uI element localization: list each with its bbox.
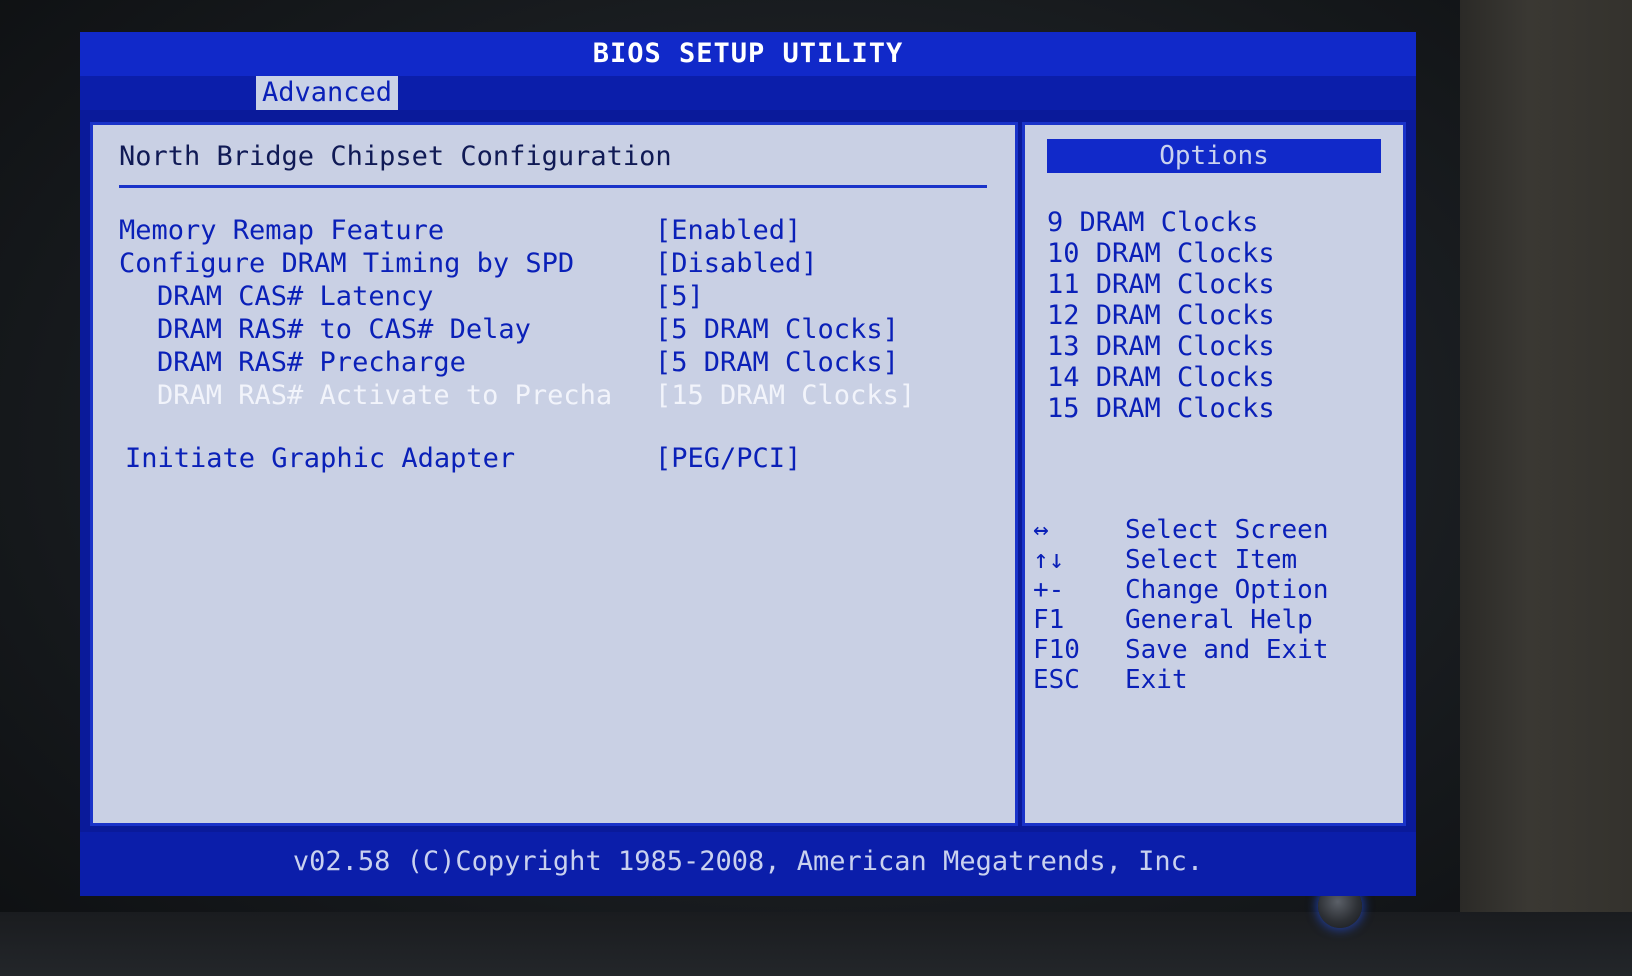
setting-dram-cas-latency[interactable]: DRAM CAS# Latency [5] xyxy=(93,281,1013,313)
setting-label: DRAM RAS# Precharge xyxy=(157,347,466,378)
option-item[interactable]: 14 DRAM Clocks xyxy=(1047,362,1275,393)
bios-title: BIOS SETUP UTILITY xyxy=(592,38,904,69)
monitor-bezel-edge xyxy=(1460,0,1632,976)
left-right-arrows-icon: ↔ xyxy=(1033,515,1049,545)
option-item[interactable]: 11 DRAM Clocks xyxy=(1047,269,1275,300)
key-hint-general-help: F1 General Help xyxy=(1033,605,1403,635)
setting-value[interactable]: [5] xyxy=(655,281,704,312)
setting-value[interactable]: [Disabled] xyxy=(655,248,818,279)
setting-configure-dram-timing[interactable]: Configure DRAM Timing by SPD [Disabled] xyxy=(93,248,1013,280)
monitor: BIOS SETUP UTILITY Advanced North Bridge… xyxy=(0,0,1632,976)
setting-value[interactable]: [5 DRAM Clocks] xyxy=(655,314,899,345)
key-hint-text: Exit xyxy=(1125,665,1188,695)
footer-bar: v02.58 (C)Copyright 1985-2008, American … xyxy=(80,832,1416,896)
key-hint-change-option: +- Change Option xyxy=(1033,575,1403,605)
setting-value[interactable]: [15 DRAM Clocks] xyxy=(655,380,915,411)
help-panel: Options 9 DRAM Clocks 10 DRAM Clocks 11 … xyxy=(1022,122,1406,826)
setting-label: Initiate Graphic Adapter xyxy=(125,443,516,474)
option-item[interactable]: 9 DRAM Clocks xyxy=(1047,207,1258,238)
setting-label: DRAM RAS# Activate to Precha xyxy=(157,380,613,411)
setting-dram-ras-to-cas-delay[interactable]: DRAM RAS# to CAS# Delay [5 DRAM Clocks] xyxy=(93,314,1013,346)
setting-memory-remap-feature[interactable]: Memory Remap Feature [Enabled] xyxy=(93,215,1013,247)
bios-title-bar: BIOS SETUP UTILITY xyxy=(80,32,1416,76)
options-header: Options xyxy=(1047,139,1381,173)
option-item[interactable]: 12 DRAM Clocks xyxy=(1047,300,1275,331)
setting-dram-ras-precharge[interactable]: DRAM RAS# Precharge [5 DRAM Clocks] xyxy=(93,347,1013,379)
setting-label: DRAM RAS# to CAS# Delay xyxy=(157,314,531,345)
f10-key: F10 xyxy=(1033,635,1080,665)
setting-value[interactable]: [Enabled] xyxy=(655,215,801,246)
tab-advanced[interactable]: Advanced xyxy=(256,76,398,110)
bios-screen: BIOS SETUP UTILITY Advanced North Bridge… xyxy=(80,32,1416,896)
tab-bar: Advanced xyxy=(80,76,1416,110)
settings-panel: North Bridge Chipset Configuration Memor… xyxy=(90,122,1018,826)
monitor-bezel-bottom xyxy=(0,912,1632,976)
key-hint-save-and-exit: F10 Save and Exit xyxy=(1033,635,1403,665)
setting-label: DRAM CAS# Latency xyxy=(157,281,434,312)
esc-key: ESC xyxy=(1033,665,1080,695)
up-down-arrows-icon: ↑↓ xyxy=(1033,545,1065,575)
f1-key: F1 xyxy=(1033,605,1065,635)
option-item[interactable]: 13 DRAM Clocks xyxy=(1047,331,1275,362)
key-hint-text: Select Item xyxy=(1125,545,1298,575)
setting-label: Configure DRAM Timing by SPD xyxy=(119,248,575,279)
setting-dram-ras-activate-to-precharge[interactable]: DRAM RAS# Activate to Precha [15 DRAM Cl… xyxy=(93,380,1013,412)
setting-value[interactable]: [PEG/PCI] xyxy=(655,443,801,474)
key-hint-select-item: ↑↓ Select Item xyxy=(1033,545,1403,575)
key-hint-text: Select Screen xyxy=(1125,515,1329,545)
copyright-text: v02.58 (C)Copyright 1985-2008, American … xyxy=(292,846,1204,877)
setting-value[interactable]: [5 DRAM Clocks] xyxy=(655,347,899,378)
plus-minus-key: +- xyxy=(1033,575,1065,605)
option-item[interactable]: 10 DRAM Clocks xyxy=(1047,238,1275,269)
page-title: North Bridge Chipset Configuration xyxy=(119,141,672,172)
option-item[interactable]: 15 DRAM Clocks xyxy=(1047,393,1275,424)
setting-label: Memory Remap Feature xyxy=(119,215,445,246)
key-hint-text: Change Option xyxy=(1125,575,1329,605)
key-hint-exit: ESC Exit xyxy=(1033,665,1403,695)
key-hint-text: General Help xyxy=(1125,605,1313,635)
title-divider xyxy=(119,185,987,188)
key-hint-text: Save and Exit xyxy=(1125,635,1329,665)
setting-initiate-graphic-adapter[interactable]: Initiate Graphic Adapter [PEG/PCI] xyxy=(93,443,1013,475)
key-hint-select-screen: ↔ Select Screen xyxy=(1033,515,1403,545)
